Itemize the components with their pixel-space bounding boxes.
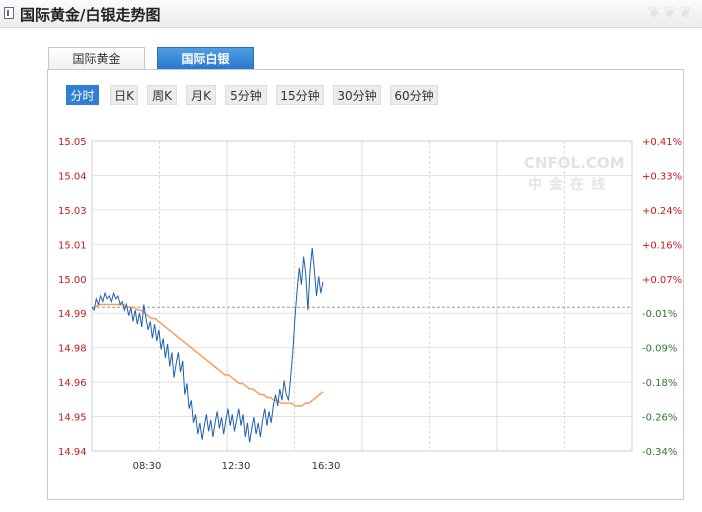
y-tick-label-left: 14.96 [58,378,87,389]
silver-price-line [91,248,324,443]
watermark-logo: CNFOL.COM [524,154,625,172]
y-tick-label-right: -0.26% [642,413,677,424]
y-tick-label-right: -0.09% [642,344,677,355]
y-tick-label-left: 15.04 [58,171,87,182]
y-tick-label-right: +0.24% [642,206,682,217]
y-tick-label-right: -0.01% [642,309,677,320]
chart-lines [91,248,324,443]
y-tick-label-right: -0.18% [642,378,677,389]
y-tick-label-left: 14.98 [58,344,87,355]
y-tick-label-right: +0.16% [642,240,682,251]
y-tick-label-right: +0.07% [642,275,682,286]
y-axis-left: 15.05 15.04 15.03 15.01 15.00 14.99 14.98 14.96… [58,137,87,458]
price-chart: CNFOL.COM 中金在线 15.05 15.04 15.03 15.01 15.00… [58,137,682,472]
y-axis-right: +0.41% +0.33% +0.24% +0.16% +0.07% -0.01% -0.0… [642,137,682,458]
y-tick-label-left: 15.00 [58,275,87,286]
x-tick-label: 16:30 [312,461,341,472]
average-price-line [92,303,324,407]
y-tick-label-left: 15.01 [58,240,87,251]
x-tick-label: 12:30 [222,461,251,472]
y-tick-label-right: +0.41% [642,137,682,148]
x-axis: 08:30 12:30 16:30 [133,461,341,472]
y-tick-label-left: 14.94 [58,447,87,458]
x-tick-label: 08:30 [133,461,162,472]
y-tick-label-right: +0.33% [642,171,682,182]
y-tick-label-left: 15.03 [58,206,87,217]
y-tick-label-right: -0.34% [642,447,677,458]
y-tick-label-left: 15.05 [58,137,87,148]
watermark-text: 中金在线 [528,176,612,193]
y-tick-label-left: 14.95 [58,413,87,424]
y-tick-label-left: 14.99 [58,309,87,320]
